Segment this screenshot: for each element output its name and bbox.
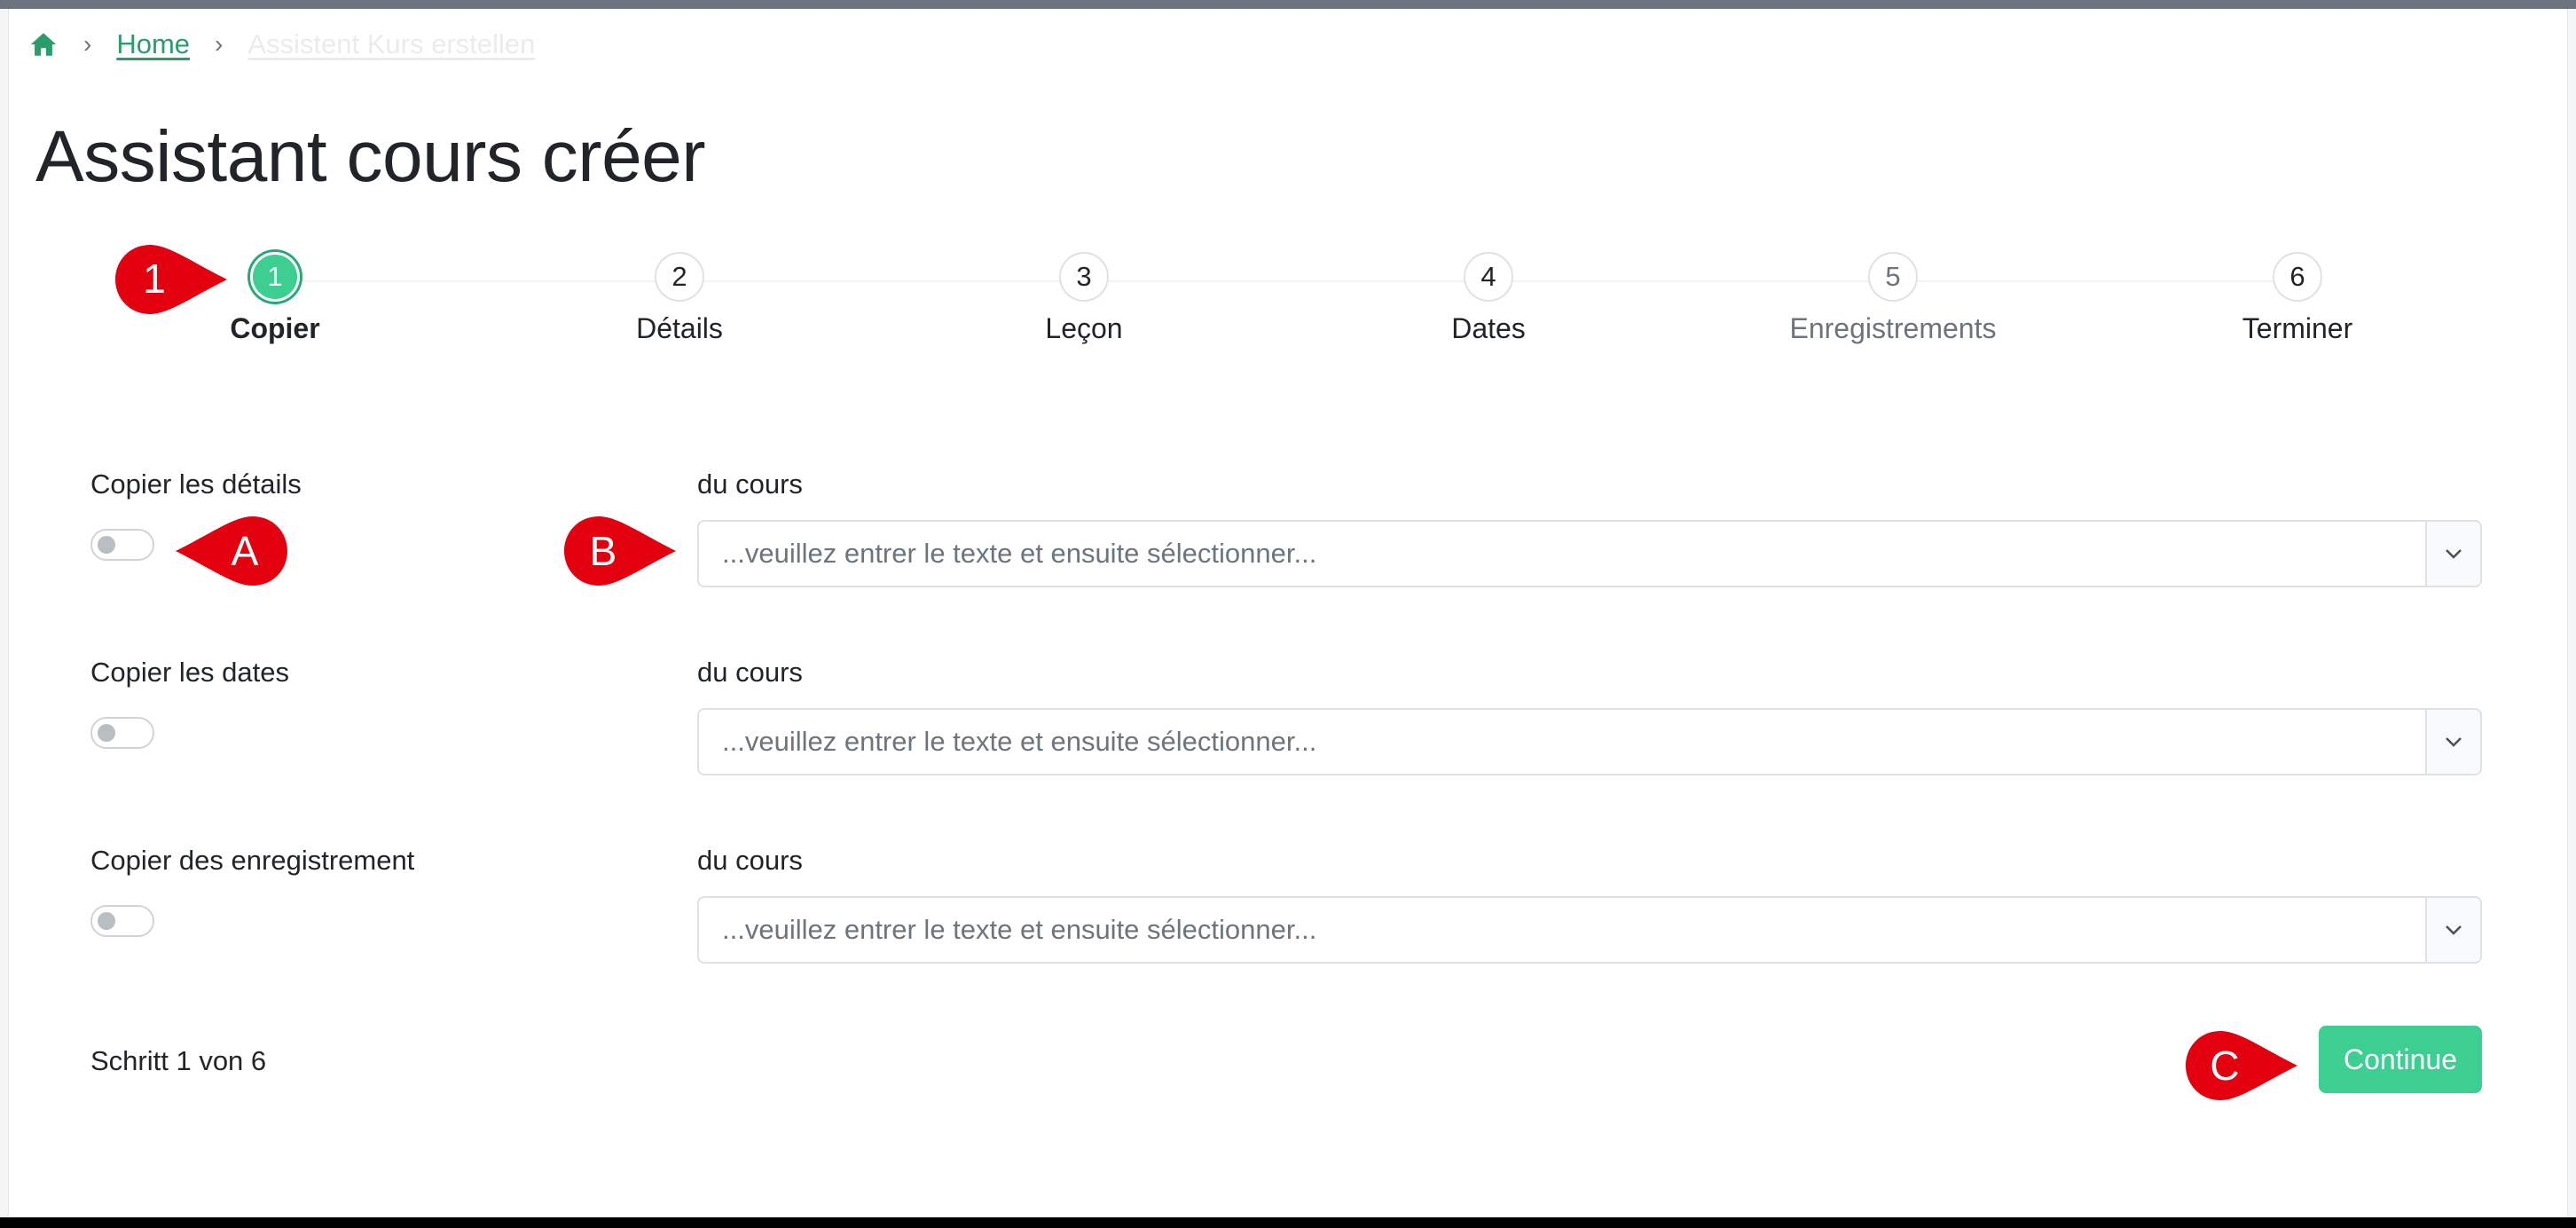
- annotation-marker-1: 1: [115, 245, 227, 314]
- source-course-label: du cours: [697, 657, 803, 688]
- step-lecon[interactable]: 3 Leçon: [951, 252, 1217, 345]
- annotation-marker-b: B: [564, 516, 676, 586]
- step-enregistrements[interactable]: 5 Enregistrements: [1760, 252, 2026, 345]
- step-label: Leçon: [1045, 312, 1123, 344]
- step-details[interactable]: 2 Détails: [546, 252, 813, 345]
- step-label: Terminer: [2242, 312, 2353, 344]
- chevron-down-icon[interactable]: [2425, 898, 2480, 962]
- step-label: Enregistrements: [1789, 312, 1997, 344]
- annotation-marker-label: A: [232, 528, 259, 574]
- step-label: Copier: [230, 312, 320, 344]
- copy-details-label: Copier les détails: [90, 468, 302, 500]
- step-number: 5: [1868, 252, 1918, 302]
- copy-records-course-select[interactable]: ...veuillez entrer le texte et ensuite s…: [697, 896, 2482, 964]
- window-bottom-bar: [0, 1217, 2576, 1228]
- copy-dates-toggle[interactable]: [90, 717, 154, 749]
- page-title: Assistant cours créer: [35, 116, 706, 197]
- step-number: 6: [2273, 252, 2322, 302]
- select-placeholder: ...veuillez entrer le texte et ensuite s…: [722, 914, 1317, 945]
- breadcrumb-home-link[interactable]: Home: [116, 28, 190, 60]
- select-placeholder: ...veuillez entrer le texte et ensuite s…: [722, 726, 1317, 757]
- step-dates[interactable]: 4 Dates: [1355, 252, 1622, 345]
- copy-dates-label: Copier les dates: [90, 657, 290, 688]
- source-course-label: du cours: [697, 468, 803, 500]
- breadcrumb-current[interactable]: Assistent Kurs erstellen: [247, 28, 535, 60]
- annotation-marker-label: C: [2210, 1043, 2239, 1089]
- source-course-label: du cours: [697, 845, 803, 876]
- copy-dates-course-select[interactable]: ...veuillez entrer le texte et ensuite s…: [697, 708, 2482, 775]
- toggle-knob: [98, 536, 115, 554]
- right-border: [2567, 9, 2576, 1217]
- breadcrumb-separator: ›: [215, 30, 224, 58]
- step-number: 1: [250, 252, 300, 302]
- home-icon[interactable]: [28, 29, 59, 59]
- annotation-marker-c: C: [2186, 1031, 2297, 1100]
- breadcrumb: › Home › Assistent Kurs erstellen: [28, 21, 535, 67]
- step-terminer[interactable]: 6 Terminer: [2164, 252, 2431, 345]
- copy-records-toggle[interactable]: [90, 905, 154, 937]
- chevron-down-icon[interactable]: [2425, 710, 2480, 774]
- window-top-bar: [0, 0, 2576, 9]
- annotation-marker-label: 1: [143, 256, 166, 302]
- annotation-marker-label: B: [590, 528, 617, 574]
- breadcrumb-separator: ›: [83, 30, 92, 58]
- step-label: Détails: [636, 312, 723, 344]
- step-label: Dates: [1451, 312, 1526, 344]
- step-number: 3: [1059, 252, 1109, 302]
- annotation-marker-a: A: [176, 516, 287, 586]
- toggle-knob: [98, 912, 115, 930]
- toggle-knob: [98, 724, 115, 742]
- left-border: [0, 9, 9, 1217]
- select-placeholder: ...veuillez entrer le texte et ensuite s…: [722, 538, 1317, 569]
- copy-details-course-select[interactable]: ...veuillez entrer le texte et ensuite s…: [697, 520, 2482, 587]
- chevron-down-icon[interactable]: [2425, 522, 2480, 586]
- step-counter: Schritt 1 von 6: [90, 1045, 267, 1076]
- continue-button[interactable]: Continue: [2319, 1026, 2482, 1093]
- step-number: 2: [655, 252, 704, 302]
- copy-records-label: Copier des enregistrement: [90, 845, 415, 876]
- step-number: 4: [1464, 252, 1513, 302]
- copy-details-toggle[interactable]: [90, 529, 154, 561]
